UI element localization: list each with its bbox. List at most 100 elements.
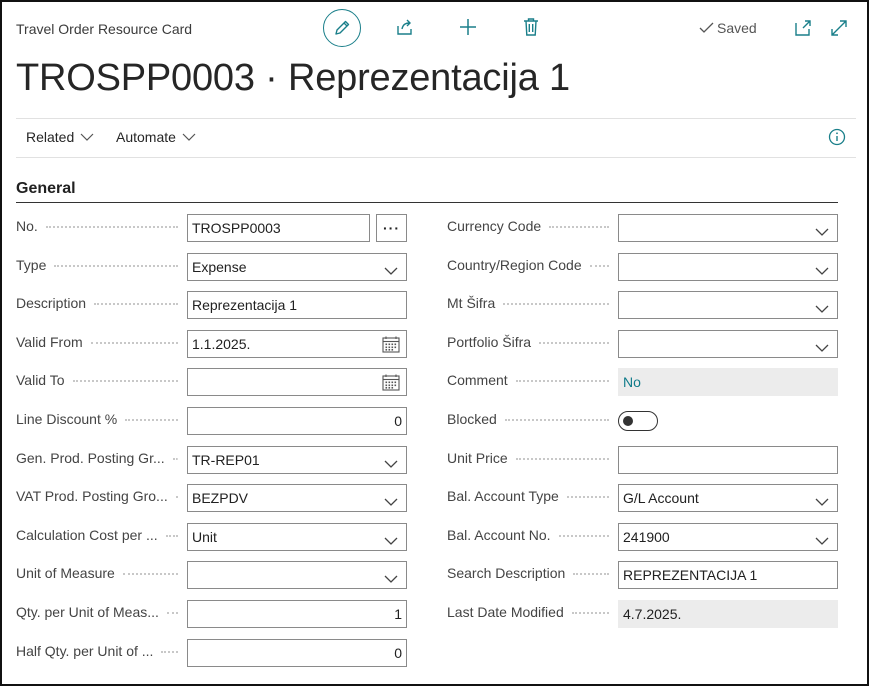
card-header: Travel Order Resource Card Saved <box>2 2 867 57</box>
label-search-description: Search Description <box>447 563 613 583</box>
chevron-down-icon <box>815 228 829 236</box>
dropdown-toggle[interactable] <box>384 455 398 471</box>
label-unit-price: Unit Price <box>447 448 613 468</box>
line-discount-field[interactable]: 0 <box>187 407 407 435</box>
new-button[interactable] <box>457 16 479 38</box>
valid-from-field[interactable]: 1.1.2025. <box>187 330 407 358</box>
label-text: Valid From <box>16 334 83 350</box>
label-text: Qty. per Unit of Meas... <box>16 604 159 620</box>
label-bal-account-type: Bal. Account Type <box>447 486 613 506</box>
unit-price-field[interactable] <box>618 446 838 474</box>
label-dots <box>166 611 178 614</box>
label-dots <box>125 418 178 421</box>
label-valid-to: Valid To <box>16 370 182 390</box>
label-dots <box>161 650 178 653</box>
vat-prod-posting-gro-value: BEZPDV <box>192 490 249 506</box>
label-dots <box>72 379 178 382</box>
saved-label: Saved <box>717 20 757 36</box>
type-value: Expense <box>192 259 247 275</box>
dropdown-toggle[interactable] <box>384 262 398 278</box>
chevron-down-icon <box>384 267 398 275</box>
blocked-toggle[interactable] <box>618 411 658 431</box>
dropdown-toggle[interactable] <box>384 493 398 509</box>
expand-button[interactable] <box>828 17 850 39</box>
gen-prod-posting-gr-select[interactable]: TR-REP01 <box>187 446 407 474</box>
country-region-code-select[interactable] <box>618 253 838 281</box>
related-menu[interactable]: Related <box>26 129 94 145</box>
chevron-down-icon <box>815 537 829 545</box>
related-label: Related <box>26 129 75 145</box>
page-title: TROSPP0003 · Reprezentacija 1 <box>16 57 570 99</box>
bal-account-no-select[interactable]: 241900 <box>618 523 838 551</box>
calculation-cost-per-value: Unit <box>192 529 217 545</box>
date-picker-button[interactable] <box>382 374 400 394</box>
label-dots <box>573 572 609 575</box>
label-dots <box>45 225 178 228</box>
info-button[interactable] <box>828 128 846 151</box>
bal-account-type-select[interactable]: G/L Account <box>618 484 838 512</box>
qty-per-unit-of-meas-value: 1 <box>394 606 402 622</box>
label-dots <box>571 611 609 614</box>
portfolio-ifra-select[interactable] <box>618 330 838 358</box>
calculation-cost-per-select[interactable]: Unit <box>187 523 407 551</box>
no-lookup-button[interactable]: ··· <box>376 214 407 242</box>
label-text: No. <box>16 218 38 234</box>
edit-button[interactable] <box>323 9 361 47</box>
info-icon <box>828 128 846 146</box>
valid-to-field[interactable] <box>187 368 407 396</box>
unit-of-measure-select[interactable] <box>187 561 407 589</box>
dropdown-toggle[interactable] <box>815 223 829 239</box>
label-dots <box>90 341 178 344</box>
qty-per-unit-of-meas-field[interactable]: 1 <box>187 600 407 628</box>
half-qty-per-unit-of-value: 0 <box>394 645 402 661</box>
description-value: Reprezentacija 1 <box>192 297 298 313</box>
search-description-field[interactable]: REPREZENTACIJA 1 <box>618 561 838 589</box>
mt-ifra-select[interactable] <box>618 291 838 319</box>
share-button[interactable] <box>394 16 416 38</box>
chevron-down-icon <box>815 267 829 275</box>
label-vat-prod-posting-gro: VAT Prod. Posting Gro... <box>16 486 182 506</box>
share-icon <box>397 19 412 35</box>
last-date-modified-value: 4.7.2025. <box>618 600 838 628</box>
comment-value[interactable]: No <box>618 368 838 396</box>
delete-button[interactable] <box>520 16 542 38</box>
label-dots <box>504 418 609 421</box>
label-text: Valid To <box>16 372 65 388</box>
label-line-discount: Line Discount % <box>16 409 182 429</box>
dropdown-toggle[interactable] <box>384 532 398 548</box>
section-divider <box>16 202 838 203</box>
bal-account-type-value: G/L Account <box>623 490 699 506</box>
half-qty-per-unit-of-field[interactable]: 0 <box>187 639 407 667</box>
label-calculation-cost-per: Calculation Cost per ... <box>16 525 182 545</box>
label-dots <box>558 534 609 537</box>
open-new-window-button[interactable] <box>792 17 814 39</box>
label-valid-from: Valid From <box>16 332 182 352</box>
pencil-icon <box>335 20 350 35</box>
dropdown-toggle[interactable] <box>384 570 398 586</box>
dropdown-toggle[interactable] <box>815 339 829 355</box>
type-select[interactable]: Expense <box>187 253 407 281</box>
plus-icon <box>460 19 476 35</box>
dropdown-toggle[interactable] <box>815 532 829 548</box>
date-picker-button[interactable] <box>382 336 400 356</box>
label-text: Search Description <box>447 565 566 581</box>
label-currency-code: Currency Code <box>447 216 613 236</box>
description-field[interactable]: Reprezentacija 1 <box>187 291 407 319</box>
chevron-down-icon <box>384 537 398 545</box>
automate-menu[interactable]: Automate <box>116 129 196 145</box>
label-unit-of-measure: Unit of Measure <box>16 563 182 583</box>
currency-code-select[interactable] <box>618 214 838 242</box>
chevron-down-icon <box>384 460 398 468</box>
label-text: Unit Price <box>447 450 508 466</box>
vat-prod-posting-gro-select[interactable]: BEZPDV <box>187 484 407 512</box>
label-text: Gen. Prod. Posting Gr... <box>16 450 165 466</box>
label-text: Bal. Account Type <box>447 488 559 504</box>
dropdown-toggle[interactable] <box>815 300 829 316</box>
dropdown-toggle[interactable] <box>815 493 829 509</box>
label-text: Last Date Modified <box>447 604 564 620</box>
no-field[interactable]: TROSPP0003 <box>187 214 370 242</box>
dropdown-toggle[interactable] <box>815 262 829 278</box>
line-discount-value: 0 <box>394 413 402 429</box>
automate-label: Automate <box>116 129 176 145</box>
saved-status: Saved <box>699 20 757 36</box>
